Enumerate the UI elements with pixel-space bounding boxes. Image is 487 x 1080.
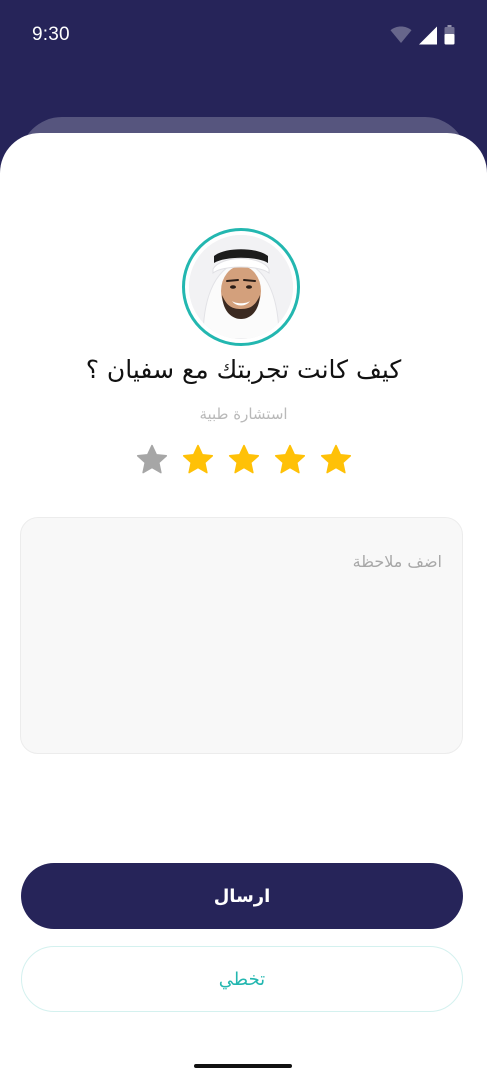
star-empty-icon[interactable] bbox=[135, 443, 169, 477]
rating-sheet: كيف كانت تجربتك مع سفيان ؟ استشارة طبية … bbox=[0, 133, 487, 1080]
wifi-icon bbox=[390, 26, 412, 43]
person-avatar-icon bbox=[189, 235, 293, 339]
home-indicator bbox=[194, 1064, 292, 1068]
cellular-signal-icon bbox=[419, 26, 437, 44]
submit-button[interactable]: ارسال bbox=[21, 863, 463, 929]
note-textarea[interactable] bbox=[21, 518, 462, 753]
status-time: 9:30 bbox=[32, 24, 70, 45]
battery-icon bbox=[444, 25, 455, 45]
star-filled-icon[interactable] bbox=[181, 443, 215, 477]
doctor-avatar bbox=[182, 228, 300, 346]
star-filled-icon[interactable] bbox=[319, 443, 353, 477]
avatar-image bbox=[189, 235, 293, 339]
star-rating bbox=[0, 443, 487, 477]
star-filled-icon[interactable] bbox=[227, 443, 261, 477]
status-bar: 9:30 bbox=[0, 0, 487, 70]
star-filled-icon[interactable] bbox=[273, 443, 307, 477]
service-type-label: استشارة طبية bbox=[199, 405, 288, 423]
rating-question: كيف كانت تجربتك مع سفيان ؟ bbox=[85, 355, 402, 384]
skip-button[interactable]: تخطي bbox=[21, 946, 463, 1012]
status-icons bbox=[390, 25, 455, 45]
note-box bbox=[20, 517, 463, 754]
